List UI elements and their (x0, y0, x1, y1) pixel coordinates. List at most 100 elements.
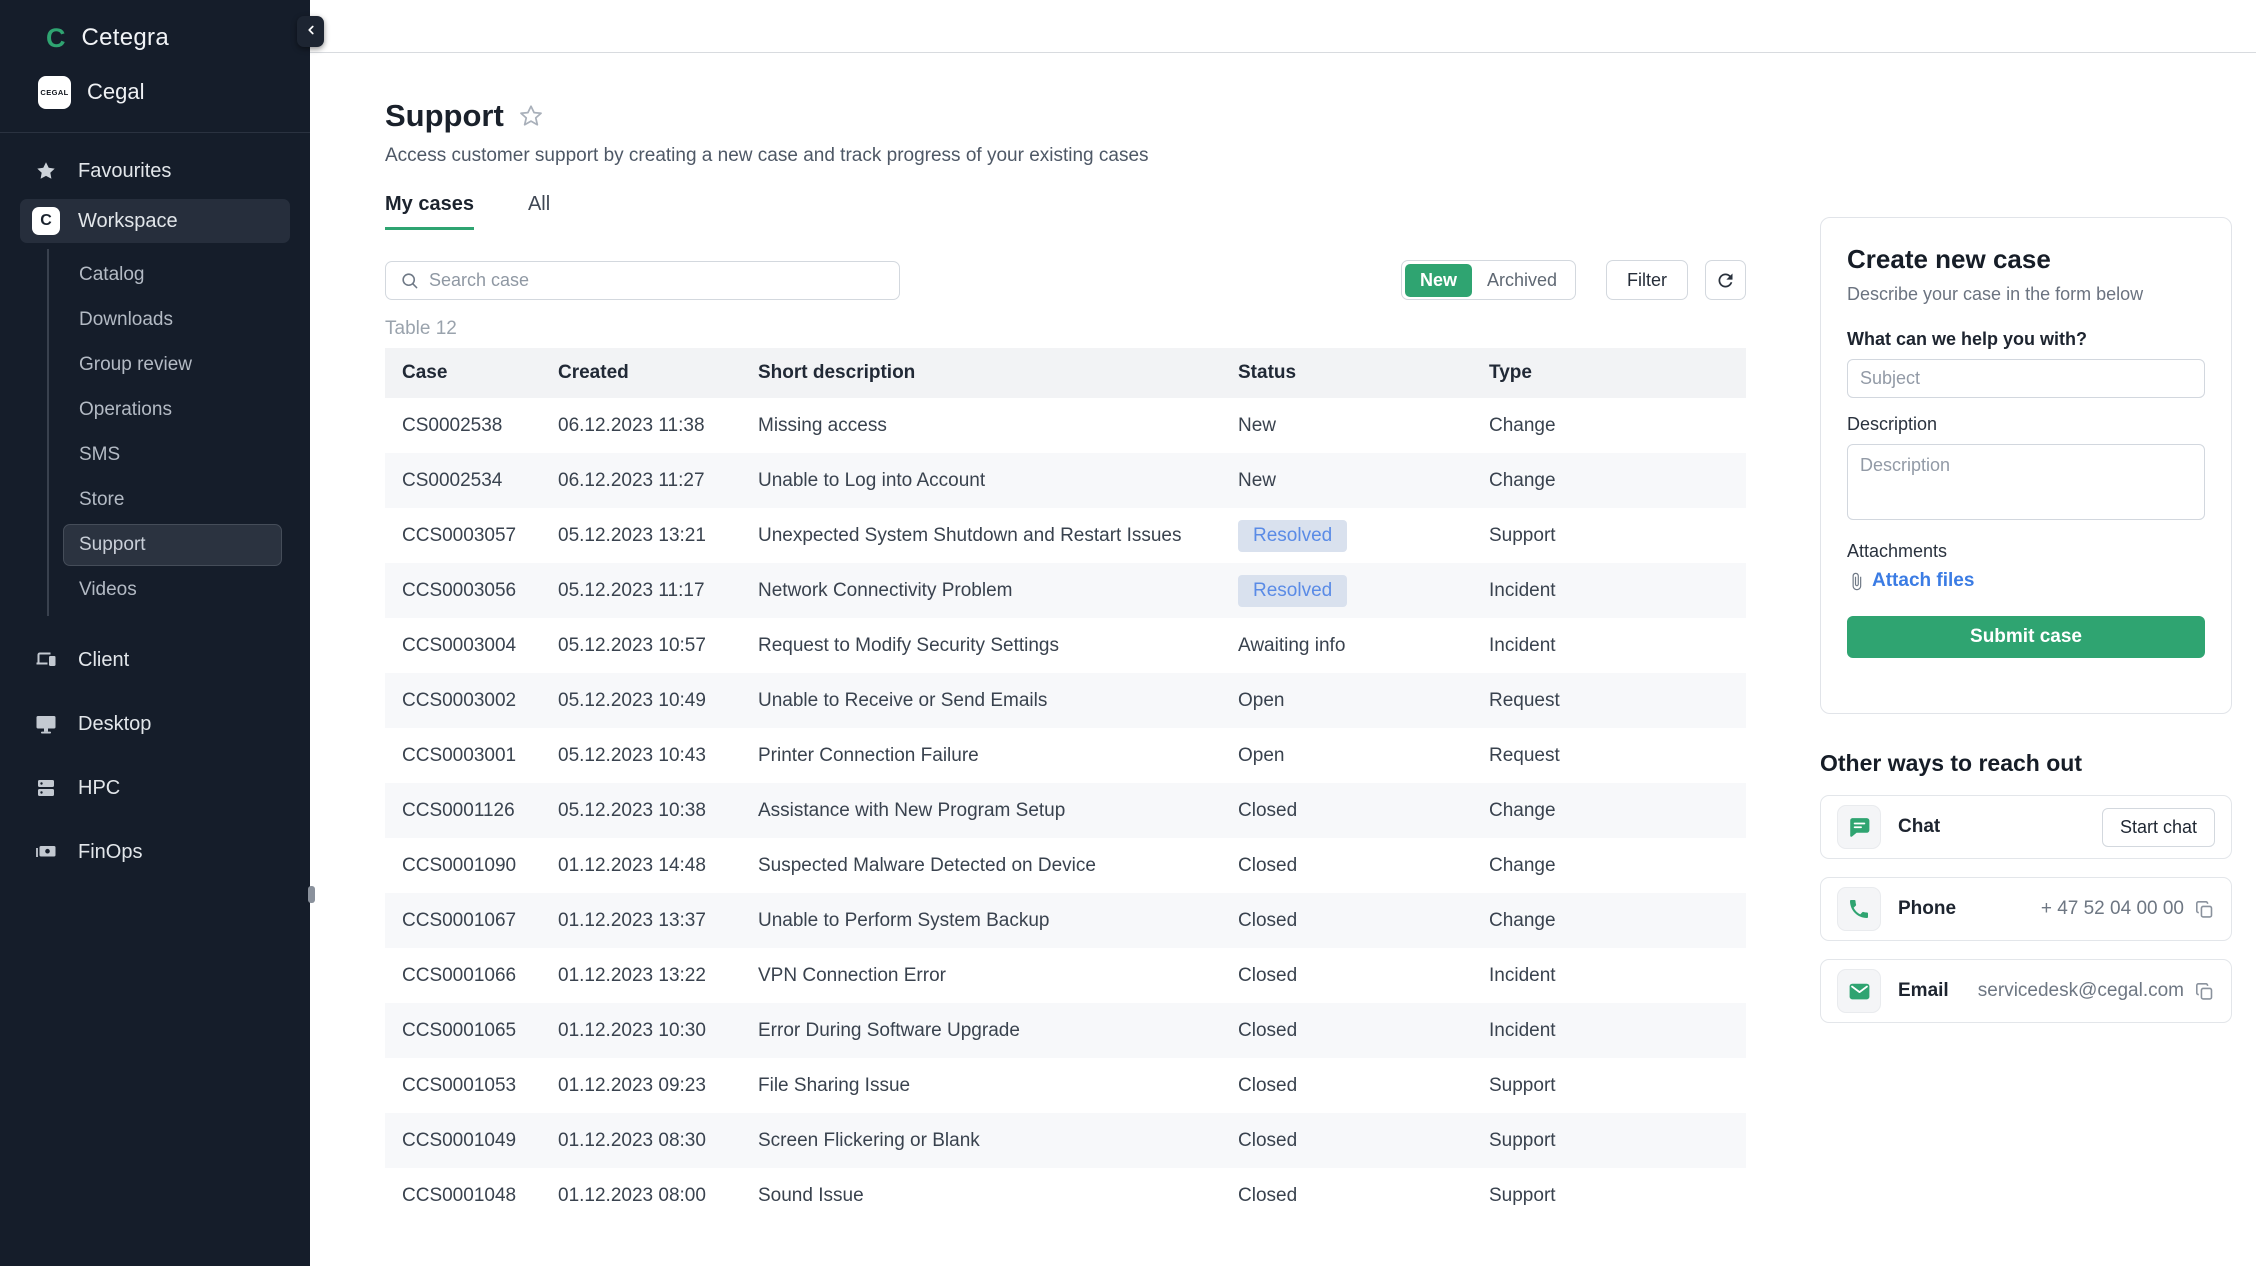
copy-button[interactable] (2194, 899, 2215, 920)
toggle-new[interactable]: New (1405, 264, 1472, 297)
sidebar-item-client[interactable]: Client (20, 638, 290, 682)
table-row[interactable]: CCS000105301.12.2023 09:23File Sharing I… (385, 1058, 1746, 1113)
sidebar-item-sms[interactable]: SMS (63, 434, 282, 476)
cell-created: 05.12.2023 11:17 (558, 580, 758, 602)
cell-description: VPN Connection Error (758, 965, 1238, 987)
description-textarea[interactable] (1847, 444, 2205, 520)
status-badge: Resolved (1238, 520, 1347, 552)
tab-my-cases[interactable]: My cases (385, 193, 474, 230)
cell-case: CCS0001065 (385, 1020, 558, 1042)
attach-files-link[interactable]: Attach files (1847, 570, 2205, 592)
favourite-star-icon[interactable] (518, 103, 544, 129)
table-row[interactable]: CCS000106701.12.2023 13:37Unable to Perf… (385, 893, 1746, 948)
page-subtitle: Access customer support by creating a ne… (385, 145, 1746, 167)
cell-created: 01.12.2023 13:37 (558, 910, 758, 932)
cell-status: Open (1238, 745, 1489, 767)
sidebar-item-workspace[interactable]: CWorkspace (20, 199, 290, 243)
sidebar-item-catalog[interactable]: Catalog (63, 254, 282, 296)
table-row[interactable]: CCS000112605.12.2023 10:38Assistance wit… (385, 783, 1746, 838)
phone-icon (1847, 897, 1871, 921)
workspace-icon: C (32, 207, 60, 235)
cell-description: Error During Software Upgrade (758, 1020, 1238, 1042)
sidebar-nav: Favourites CWorkspace CatalogDownloadsGrou… (0, 133, 310, 874)
hpc-icon (32, 776, 60, 800)
tab-all[interactable]: All (528, 193, 550, 230)
cell-type: Support (1489, 1130, 1746, 1152)
filter-button[interactable]: Filter (1606, 260, 1688, 300)
cell-created: 01.12.2023 13:22 (558, 965, 758, 987)
sidebar-item-support[interactable]: Support (63, 524, 282, 566)
copy-button[interactable] (2194, 981, 2215, 1002)
cell-case: CCS0001090 (385, 855, 558, 877)
cell-case: CCS0001049 (385, 1130, 558, 1152)
sidebar-item-group-review[interactable]: Group review (63, 344, 282, 386)
cell-description: Unable to Receive or Send Emails (758, 690, 1238, 712)
column-header-created[interactable]: Created (558, 362, 758, 384)
table-row[interactable]: CCS000106501.12.2023 10:30Error During S… (385, 1003, 1746, 1058)
table-row[interactable]: CCS000104901.12.2023 08:30Screen Flicker… (385, 1113, 1746, 1168)
client-icon (32, 648, 60, 672)
create-case-title: Create new case (1847, 244, 2205, 275)
column-header-description[interactable]: Short description (758, 362, 1238, 384)
sidebar-scrollbar-thumb[interactable] (308, 886, 315, 903)
table-row[interactable]: CCS000300405.12.2023 10:57Request to Mod… (385, 618, 1746, 673)
cell-description: Printer Connection Failure (758, 745, 1238, 767)
table-row[interactable]: CS000253406.12.2023 11:27Unable to Log i… (385, 453, 1746, 508)
sidebar-item-store[interactable]: Store (63, 479, 282, 521)
create-case-subtitle: Describe your case in the form below (1847, 284, 2205, 305)
column-header-type[interactable]: Type (1489, 362, 1746, 384)
cell-type: Incident (1489, 965, 1746, 987)
cell-type: Incident (1489, 580, 1746, 602)
sidebar-item-favourites[interactable]: Favourites (20, 149, 290, 193)
cell-created: 01.12.2023 14:48 (558, 855, 758, 877)
table-row[interactable]: CS000253806.12.2023 11:38Missing accessN… (385, 398, 1746, 453)
description-label: Description (1847, 414, 2205, 435)
sidebar-item-videos[interactable]: Videos (63, 569, 282, 611)
table-row[interactable]: CCS000109001.12.2023 14:48Suspected Malw… (385, 838, 1746, 893)
toggle-archived[interactable]: Archived (1472, 264, 1572, 297)
cell-type: Support (1489, 1185, 1746, 1207)
right-panel: Create new case Describe your case in th… (1820, 217, 2232, 1023)
cell-case: CS0002534 (385, 470, 558, 492)
chat-icon-tile (1837, 805, 1881, 849)
cell-status: New (1238, 415, 1489, 437)
reach-out-card-email: Emailservicedesk@cegal.com (1820, 959, 2232, 1023)
submit-case-button[interactable]: Submit case (1847, 616, 2205, 658)
sidebar-item-operations[interactable]: Operations (63, 389, 282, 431)
cell-status: Closed (1238, 910, 1489, 932)
search-box[interactable] (385, 261, 900, 300)
search-input[interactable] (429, 270, 885, 291)
sidebar: C Cetegra CEGAL Cegal FavouritesCWorkspa… (0, 0, 310, 1266)
workspace-subgroup: CatalogDownloadsGroup reviewOperationsSM… (47, 249, 290, 616)
sidebar-collapse-button[interactable] (297, 16, 324, 47)
column-header-status[interactable]: Status (1238, 362, 1489, 384)
sidebar-item-hpc[interactable]: HPC (20, 766, 290, 810)
cell-status: Closed (1238, 1020, 1489, 1042)
start-chat-button[interactable]: Start chat (2102, 808, 2215, 847)
cell-status: Closed (1238, 1075, 1489, 1097)
attachments-label: Attachments (1847, 541, 2205, 562)
cell-case: CCS0001048 (385, 1185, 558, 1207)
sidebar-item-cegal[interactable]: CEGAL Cegal (0, 64, 310, 120)
table-row[interactable]: CCS000305705.12.2023 13:21Unexpected Sys… (385, 508, 1746, 563)
table-row[interactable]: CCS000104801.12.2023 08:00Sound IssueClo… (385, 1168, 1746, 1223)
subject-input[interactable] (1847, 359, 2205, 398)
sidebar-item-finops[interactable]: FinOps (20, 830, 290, 874)
sidebar-item-desktop[interactable]: Desktop (20, 702, 290, 746)
cell-case: CCS0001126 (385, 800, 558, 822)
table-row[interactable]: CCS000300105.12.2023 10:43Printer Connec… (385, 728, 1746, 783)
favourites-icon (32, 160, 60, 182)
table-row[interactable]: CCS000305605.12.2023 11:17Network Connec… (385, 563, 1746, 618)
cell-created: 01.12.2023 09:23 (558, 1075, 758, 1097)
reach-out-title: Other ways to reach out (1820, 750, 2232, 777)
cell-created: 05.12.2023 10:57 (558, 635, 758, 657)
table-row[interactable]: CCS000300205.12.2023 10:49Unable to Rece… (385, 673, 1746, 728)
cell-status: Resolved (1238, 575, 1489, 607)
create-case-card: Create new case Describe your case in th… (1820, 217, 2232, 714)
sidebar-item-downloads[interactable]: Downloads (63, 299, 282, 341)
cell-description: Network Connectivity Problem (758, 580, 1238, 602)
column-header-case[interactable]: Case (385, 362, 558, 384)
cell-description: Assistance with New Program Setup (758, 800, 1238, 822)
refresh-button[interactable] (1705, 260, 1746, 300)
table-row[interactable]: CCS000106601.12.2023 13:22VPN Connection… (385, 948, 1746, 1003)
